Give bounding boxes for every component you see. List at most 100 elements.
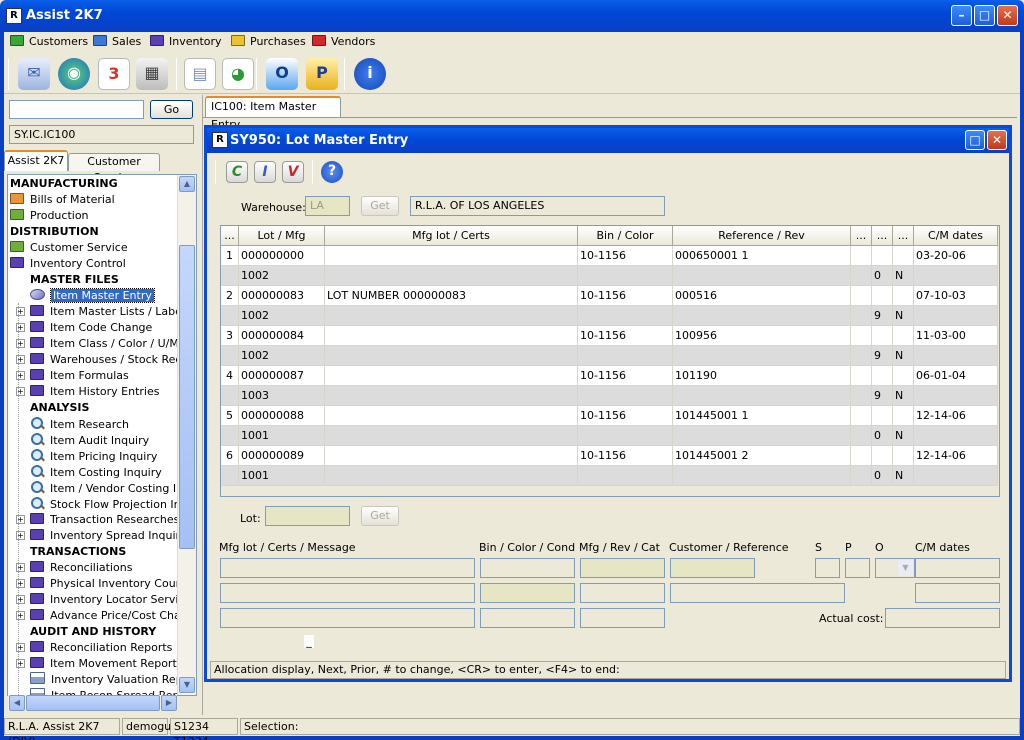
tree-item[interactable]: + Reconciliations [16, 560, 132, 576]
scroll-down-icon[interactable]: ▼ [179, 677, 195, 693]
i-icon[interactable]: I [254, 161, 276, 183]
p-field[interactable] [845, 558, 870, 578]
tab-customer-service[interactable]: Customer Service [68, 153, 160, 184]
menu-customers[interactable]: Customers [10, 34, 88, 50]
tree-item[interactable]: Customer Service [10, 240, 128, 256]
column-header[interactable]: Bin / Color [578, 226, 673, 246]
tree-item[interactable]: + Inventory Locator Service [16, 592, 191, 608]
tree-item-label: Item Master Lists / Labels [50, 305, 191, 318]
tree-item[interactable]: Item Costing Inquiry [30, 464, 162, 480]
scroll-right-icon[interactable]: ▶ [161, 695, 177, 711]
tab-assist-2k7[interactable]: Assist 2K7 [4, 150, 68, 171]
dialog-maximize-button[interactable]: □ [965, 130, 985, 150]
tree-item[interactable]: Production [10, 208, 89, 224]
menu-sales[interactable]: Sales [93, 34, 141, 50]
dialog-titlebar[interactable]: R SY950: Lot Master Entry □ ✕ [207, 128, 1009, 153]
tree-item[interactable]: + Item History Entries [16, 384, 159, 400]
column-header[interactable]: ... [221, 226, 239, 246]
column-header[interactable]: Reference / Rev [673, 226, 851, 246]
folder-icon [30, 657, 44, 668]
m-date-field[interactable] [915, 583, 1000, 603]
tree-item[interactable]: + Physical Inventory Count [16, 576, 187, 592]
globe-icon[interactable]: ◉ [58, 58, 90, 90]
tree-vertical-scrollbar[interactable]: ▲ ▼ [177, 175, 196, 695]
tab-ic100[interactable]: IC100: Item Master Entry [205, 96, 341, 131]
color-field[interactable] [480, 583, 575, 603]
v-icon[interactable]: V [282, 161, 304, 183]
lot-get-button[interactable]: Get [361, 506, 399, 526]
search-input[interactable] [9, 100, 144, 119]
column-header[interactable]: Mfg lot / Certs [325, 226, 578, 246]
tree-item[interactable]: + Item Code Change [16, 320, 152, 336]
go-button[interactable]: Go [150, 100, 193, 119]
tree-section-header: MASTER FILES [30, 272, 119, 288]
cond-field[interactable] [480, 608, 575, 628]
info-icon[interactable]: i [354, 58, 386, 90]
rev-field[interactable] [580, 583, 665, 603]
close-button[interactable]: ✕ [997, 5, 1018, 26]
scroll-left-icon[interactable]: ◀ [9, 695, 25, 711]
app-titlebar[interactable]: R Assist 2K7 – □ ✕ [0, 0, 1024, 32]
report-icon[interactable]: ▤ [184, 58, 216, 90]
c-icon[interactable]: C [226, 161, 248, 183]
scroll-thumb[interactable] [179, 245, 195, 549]
warehouse-get-button[interactable]: Get [361, 196, 399, 216]
tree-item[interactable]: Bills of Material [10, 192, 115, 208]
mail-icon[interactable]: ✉ [18, 58, 50, 90]
tree-item[interactable]: Inventory Control [10, 256, 126, 272]
tree-item-label: MASTER FILES [30, 273, 119, 286]
scroll-hthumb[interactable] [26, 695, 160, 711]
tree-item[interactable]: Item Research [30, 416, 129, 432]
mfg-field[interactable] [580, 558, 665, 578]
column-header[interactable]: C/M dates [914, 226, 998, 246]
outlook-icon[interactable]: O [266, 58, 298, 90]
tree-item[interactable]: + Reconciliation Reports [16, 640, 172, 656]
warehouse-code-field[interactable]: LA [305, 196, 350, 216]
menu-inventory[interactable]: Inventory [150, 34, 222, 50]
tree-item[interactable]: Item Pricing Inquiry [30, 448, 157, 464]
minimize-button[interactable]: – [951, 5, 972, 26]
tree-item-label: Transaction Researches [50, 513, 180, 526]
tree-item[interactable]: + Advance Price/Cost Chang [16, 608, 195, 624]
tree-item[interactable]: Item / Vendor Costing Inqu [30, 480, 196, 496]
tree-item[interactable]: Inventory Valuation Report [30, 672, 196, 688]
customer-field[interactable] [670, 558, 755, 578]
maximize-button[interactable]: □ [974, 5, 995, 26]
lot-input[interactable] [265, 506, 350, 526]
s-field[interactable] [815, 558, 840, 578]
message-field-2[interactable] [220, 583, 475, 603]
tree-item[interactable]: Item Audit Inquiry [30, 432, 149, 448]
tree-item[interactable]: Stock Flow Projection Inqui [30, 496, 196, 512]
dialog-close-button[interactable]: ✕ [987, 130, 1007, 150]
menu-purchases[interactable]: Purchases [231, 34, 306, 50]
message-field-1[interactable] [220, 558, 475, 578]
tree-item[interactable]: + Warehouses / Stock Reque [16, 352, 196, 368]
help-icon[interactable]: ? [321, 161, 343, 183]
c-date-field[interactable] [915, 558, 1000, 578]
o-select[interactable]: ▼ [875, 558, 915, 578]
tree-item[interactable]: + Item Formulas [16, 368, 129, 384]
chart-report-icon[interactable]: ◕ [222, 58, 254, 90]
tree-item[interactable]: + Item Movement Reports [16, 656, 183, 672]
publisher-icon[interactable]: P [306, 58, 338, 90]
message-field-3[interactable] [220, 608, 475, 628]
tree-item[interactable]: + Item Class / Color / U/M [16, 336, 179, 352]
column-header[interactable]: ... [851, 226, 872, 246]
calendar-icon[interactable]: 3 [98, 58, 130, 90]
tree-item[interactable]: + Item Master Lists / Labels [16, 304, 191, 320]
tree-item[interactable]: Item Master Entry [30, 288, 155, 304]
tree-horizontal-scrollbar[interactable]: ◀ ▶ [8, 695, 177, 711]
scroll-up-icon[interactable]: ▲ [179, 176, 195, 192]
tree-item[interactable]: + Inventory Spread Inquiries [16, 528, 196, 544]
reference-field[interactable] [670, 583, 845, 603]
column-header[interactable]: ... [872, 226, 893, 246]
menu-vendors[interactable]: Vendors [312, 34, 375, 50]
calculator-icon[interactable]: ▦ [136, 58, 168, 90]
bin-field[interactable] [480, 558, 575, 578]
chevron-down-icon[interactable]: ▼ [898, 560, 913, 576]
column-header[interactable]: Lot / Mfg [239, 226, 325, 246]
tree-item[interactable]: + Transaction Researches [16, 512, 180, 528]
cat-field[interactable] [580, 608, 665, 628]
s-label: S [815, 541, 822, 554]
column-header[interactable]: ... [893, 226, 914, 246]
